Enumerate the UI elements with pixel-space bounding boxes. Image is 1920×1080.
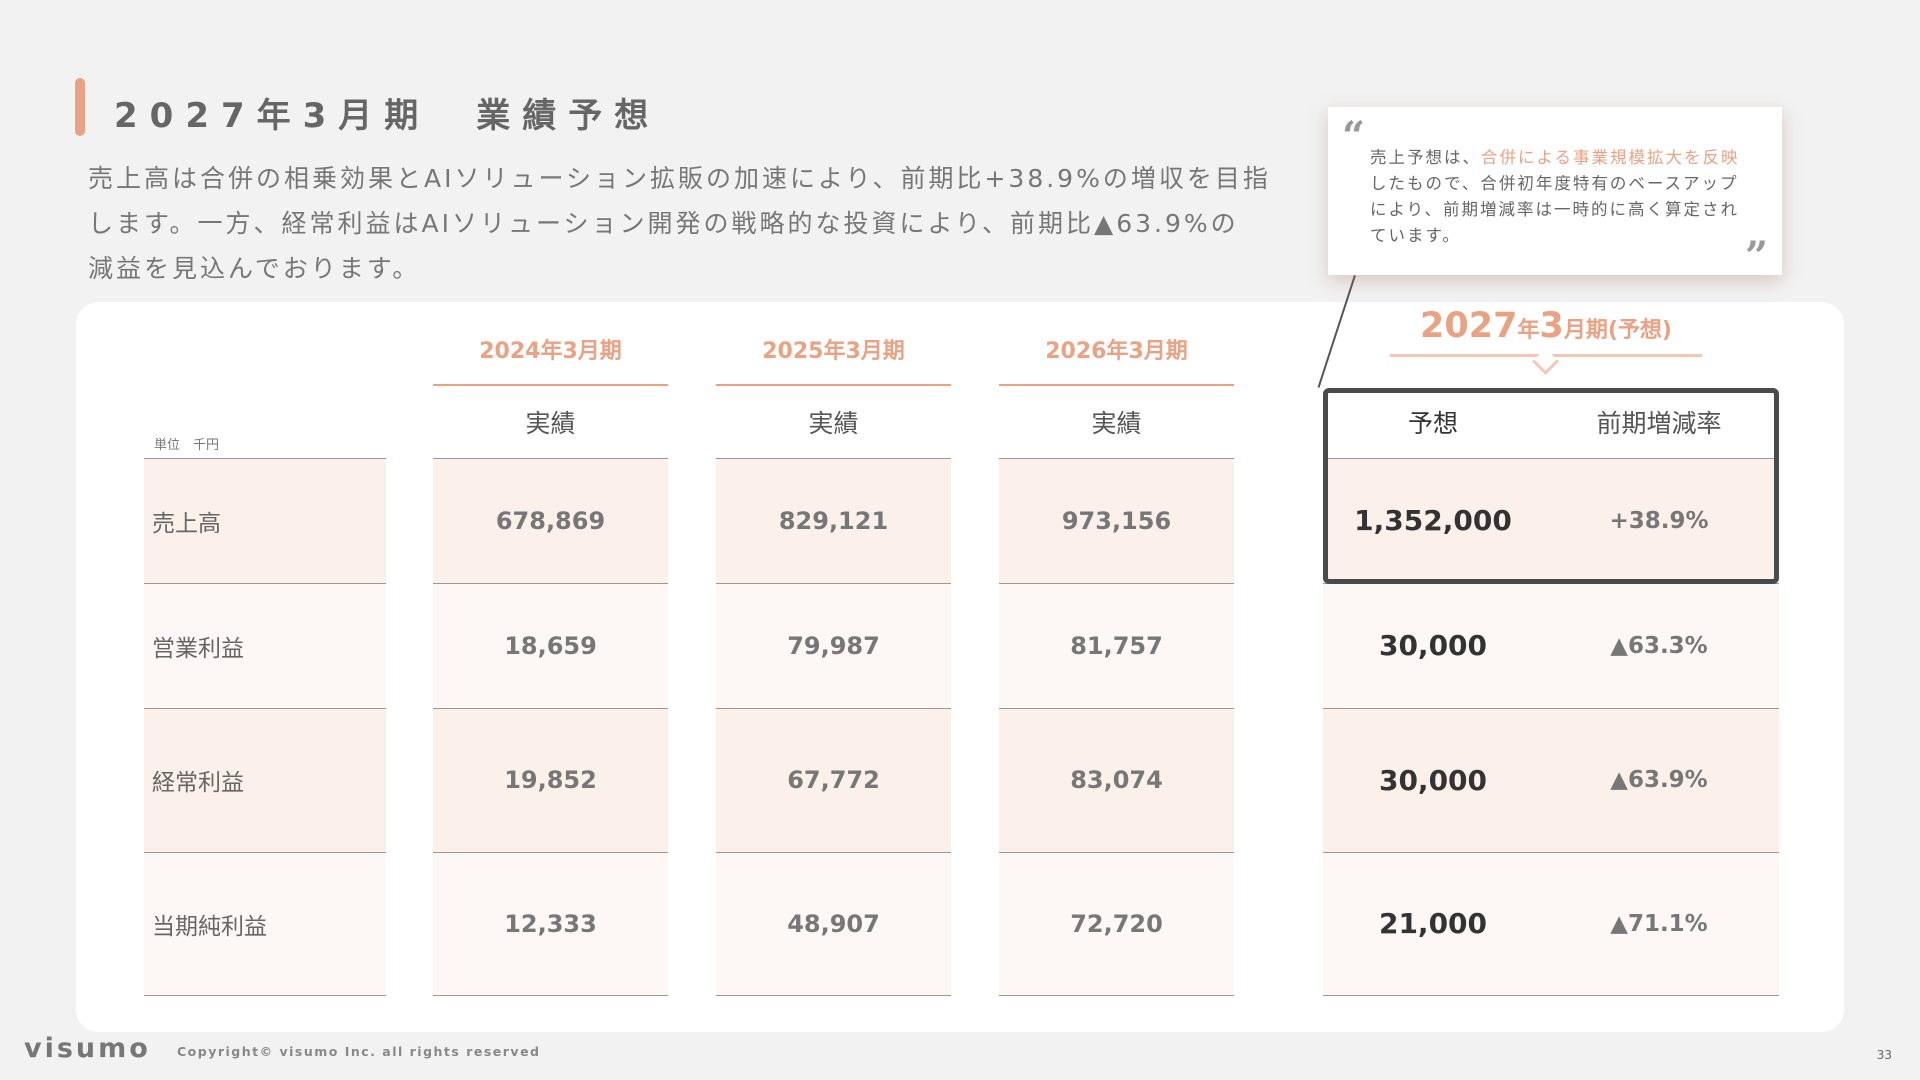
footer-logo: visumo [24,1033,151,1064]
row-divider [1323,708,1779,709]
value-cell: 19,852 [433,708,668,852]
lead-line-2: します。一方、経常利益はAIソリューション開発の戦略的な投資により、前期比▲63… [88,209,1239,238]
row-divider [433,458,668,459]
value-cell: 973,156 [999,458,1234,583]
forecast-cell: 30,000 [1330,583,1536,708]
value-cell: 67,772 [716,708,951,852]
year-header-2024: 2024年3月期 [433,332,668,386]
row-divider [999,583,1234,584]
change-value: ▲71.1% [1610,910,1708,937]
page-number: 33 [1876,1048,1892,1062]
lead-line-3: 減益を見込んでおります。 [88,254,421,283]
value-cell: 18,659 [433,583,668,708]
row-divider [999,852,1234,853]
value-text: 79,987 [787,631,880,660]
forecast-month-rest: 月期(予想) [1563,318,1672,343]
quote-prefix: 売上予想は、 [1370,148,1481,167]
row-divider [144,583,386,584]
forecast-value: 30,000 [1378,629,1488,662]
row-divider [716,708,951,709]
row-label: 当期純利益 [144,852,386,995]
footer-copyright: Copyright© visumo Inc. all rights reserv… [177,1044,541,1059]
value-text: 83,074 [1070,766,1163,794]
value-text: 48,907 [787,909,880,938]
unit-label: 単位 千円 [154,438,220,453]
quote-callout: “ 売上予想は、合併による事業規模拡大を反映したもので、合併初年度特有のベースア… [1328,107,1782,280]
value-cell: 83,074 [999,708,1234,852]
value-cell: 678,869 [433,458,668,583]
value-cell: 829,121 [716,458,951,583]
row-divider [433,583,668,584]
row-divider [144,852,386,853]
change-value: ▲63.3% [1610,632,1708,659]
page-title: 2027年3月期 業績予想 [114,96,661,136]
change-cell: ▲63.3% [1546,583,1772,708]
actual-header-2024: 実績 [525,409,576,438]
value-text: 67,772 [787,766,880,794]
change-cell: ▲63.9% [1546,708,1772,852]
row-divider [1323,995,1779,996]
row-divider [1323,852,1779,853]
value-text: 72,720 [1070,909,1163,938]
row-label: 経常利益 [144,708,386,852]
forecast-value: 30,000 [1378,763,1488,797]
change-value: ▲63.9% [1610,767,1708,793]
row-divider [433,995,668,996]
value-text: 19,852 [504,766,597,794]
row-divider [716,583,951,584]
forecast-year-number: 2027 [1420,306,1518,346]
row-divider [716,852,951,853]
value-text: 973,156 [1061,506,1172,535]
actual-header-2026: 実績 [1091,409,1142,438]
forecast-year-unit: 年 [1517,318,1540,343]
close-quote-icon: ” [1744,233,1770,280]
row-divider [144,708,386,709]
row-divider [716,458,951,459]
value-cell: 12,333 [433,852,668,995]
row-divider [144,995,386,996]
forecast-highlight-box [1323,388,1779,584]
row-label: 営業利益 [144,583,386,708]
row-divider [999,708,1234,709]
row-divider [433,708,668,709]
value-text: 81,757 [1070,631,1163,660]
row-label: 売上高 [144,458,386,583]
forecast-cell: 21,000 [1330,852,1536,995]
quote-highlight: 合併による事業規模拡大を反映 [1481,148,1740,167]
lead-line-1: 売上高は合併の相乗効果とAIソリューション拡販の加速により、前期比+38.9%の… [88,164,1271,193]
year-header-2025: 2025年3月期 [716,332,951,386]
forecast-cell: 30,000 [1330,708,1536,852]
change-cell: ▲71.1% [1546,852,1772,995]
forecast-month-number: 3 [1539,306,1564,346]
actual-header-2025: 実績 [808,409,859,438]
row-divider [999,995,1234,996]
row-divider [433,852,668,853]
value-cell: 79,987 [716,583,951,708]
open-quote-icon: “ [1342,113,1368,160]
value-cell: 72,720 [999,852,1234,995]
title-accent-bar [75,78,85,136]
value-text: 18,659 [504,631,597,660]
row-divider [144,458,386,459]
year-header-2026: 2026年3月期 [999,332,1234,386]
value-text: 678,869 [495,506,606,535]
lead-text: 売上高は合併の相乗効果とAIソリューション拡販の加速により、前期比+38.9%の… [88,156,1308,291]
quote-rest: したもので、合併初年度特有のベースアップにより、前期増減率は一時的に高く算定され… [1370,174,1740,245]
row-divider [716,995,951,996]
value-text: 12,333 [504,909,597,938]
value-cell: 48,907 [716,852,951,995]
value-cell: 81,757 [999,583,1234,708]
value-text: 829,121 [778,506,889,535]
forecast-value: 21,000 [1378,907,1488,940]
row-divider [999,458,1234,459]
